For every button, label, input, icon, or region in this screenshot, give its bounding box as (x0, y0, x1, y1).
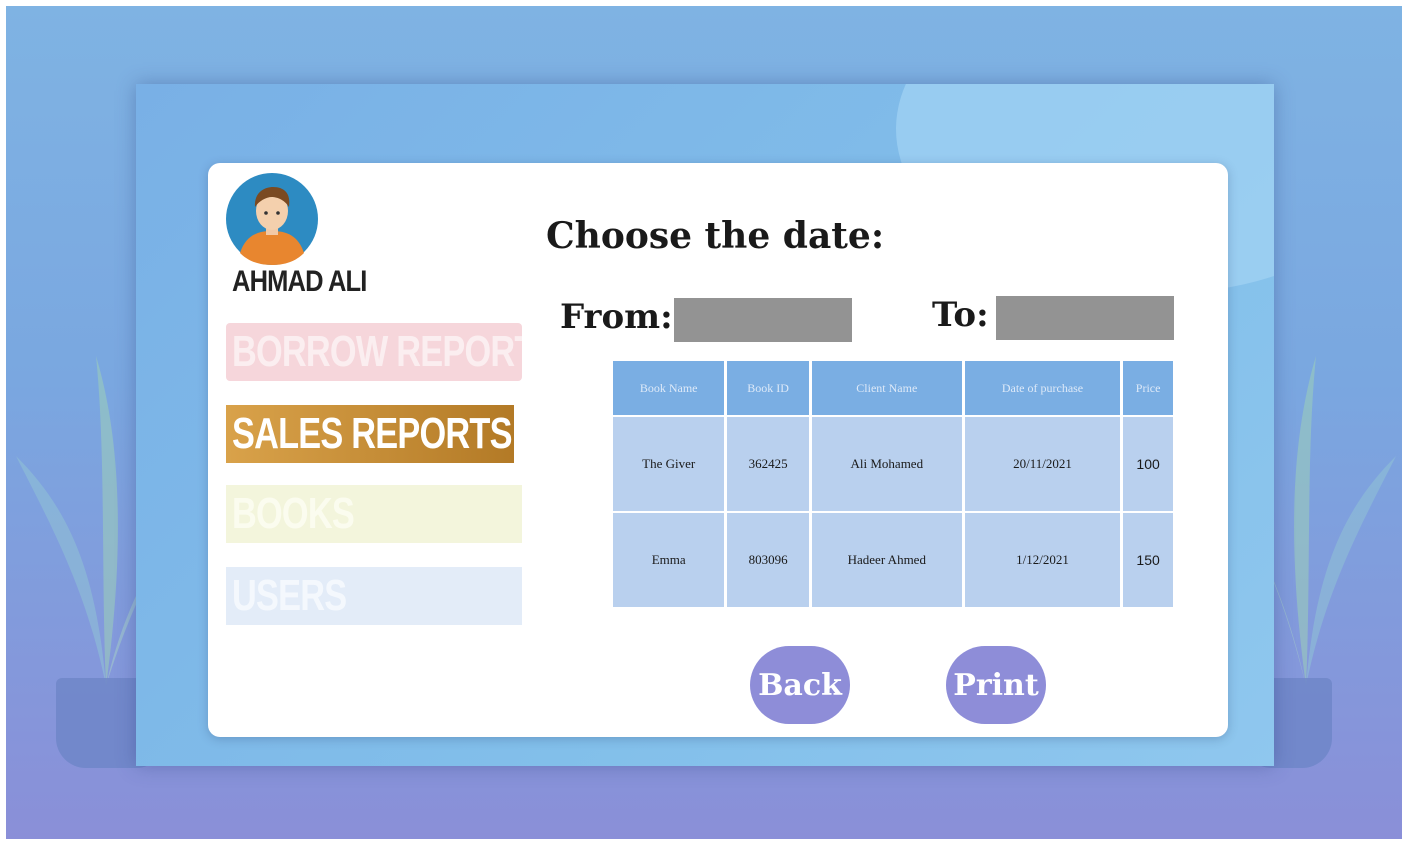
table-row: Emma 803096 Hadeer Ahmed 1/12/2021 150 (613, 513, 1173, 607)
cell-book-name: The Giver (613, 417, 725, 511)
column-header-date-of-purchase: Date of purchase (964, 361, 1121, 415)
column-header-client-name: Client Name (811, 361, 962, 415)
table-header-row: Book Name Book ID Client Name Date of pu… (613, 361, 1173, 415)
sales-report-table: Book Name Book ID Client Name Date of pu… (610, 359, 1176, 609)
sidebar-item-borrow-reports[interactable]: BORROW REPORTS (226, 323, 522, 381)
sidebar-item-books[interactable]: BOOKS (226, 485, 522, 543)
from-date-input[interactable] (674, 298, 852, 342)
to-date-input[interactable] (996, 296, 1174, 340)
sidebar-item-label: BOOKS (232, 489, 355, 538)
cell-date-of-purchase: 1/12/2021 (964, 513, 1121, 607)
cell-price: 100 (1123, 417, 1173, 511)
to-label: To: (932, 295, 989, 335)
table-row: The Giver 362425 Ali Mohamed 20/11/2021 … (613, 417, 1173, 511)
cell-book-name: Emma (613, 513, 725, 607)
cell-client-name: Ali Mohamed (811, 417, 962, 511)
user-name: AHMAD ALI (232, 265, 367, 298)
cell-book-id: 803096 (727, 513, 809, 607)
column-header-book-id: Book ID (727, 361, 809, 415)
cell-price: 150 (1123, 513, 1173, 607)
column-header-price: Price (1123, 361, 1173, 415)
back-button[interactable]: Back (750, 646, 850, 724)
main-card: AHMAD ALI BORROW REPORTS SALES REPORTS B… (208, 163, 1228, 737)
print-button[interactable]: Print (946, 646, 1046, 724)
column-header-book-name: Book Name (613, 361, 725, 415)
cell-date-of-purchase: 20/11/2021 (964, 417, 1121, 511)
cell-client-name: Hadeer Ahmed (811, 513, 962, 607)
avatar-icon (226, 173, 318, 265)
cell-book-id: 362425 (727, 417, 809, 511)
sidebar-item-label: USERS (232, 571, 347, 620)
sidebar-item-label: BORROW REPORTS (232, 327, 522, 376)
page-title: Choose the date: (546, 215, 885, 257)
sidebar-item-sales-reports[interactable]: SALES REPORTS (226, 405, 514, 463)
sidebar-item-label: SALES REPORTS (232, 409, 513, 458)
from-label: From: (560, 297, 673, 337)
sidebar-item-users[interactable]: USERS (226, 567, 522, 625)
